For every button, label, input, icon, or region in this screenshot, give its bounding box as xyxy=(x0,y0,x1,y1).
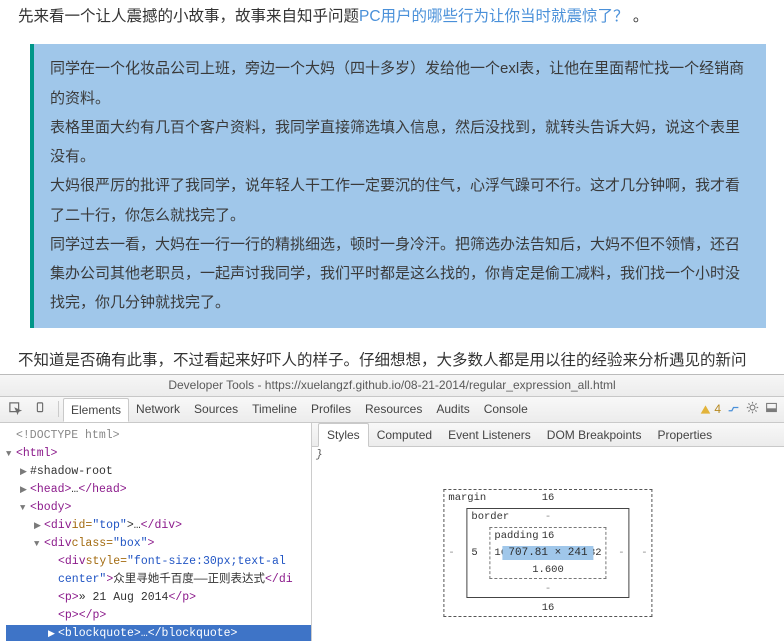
tab-network[interactable]: Network xyxy=(129,398,187,420)
border-label: border xyxy=(471,511,509,523)
border-top[interactable]: - xyxy=(545,511,551,523)
intro-text-pre: 先来看一个让人震撼的小故事，故事来自知乎问题 xyxy=(18,8,359,25)
dom-body[interactable]: ▼<body> xyxy=(6,499,311,517)
dom-p-date[interactable]: <p> » 21 Aug 2014 </p> xyxy=(6,589,311,607)
dom-doctype[interactable]: <!DOCTYPE html> xyxy=(6,427,311,445)
margin-top[interactable]: 16 xyxy=(542,492,555,504)
dom-div-style-tail[interactable]: center">众里寻她千百度——正则表达式</di xyxy=(6,571,311,589)
tab-profiles[interactable]: Profiles xyxy=(304,398,358,420)
margin-label: margin xyxy=(448,492,486,504)
dom-html[interactable]: ▼<html> xyxy=(6,445,311,463)
zhihu-link[interactable]: PC用户的哪些行为让你当时就震惊了？ xyxy=(359,8,629,25)
margin-left[interactable]: - xyxy=(448,547,454,559)
dom-shadow-root[interactable]: ▶#shadow-root xyxy=(6,463,311,481)
dom-div-style[interactable]: <div style="font-size:30px;text-al xyxy=(6,553,311,571)
devtools-window: Developer Tools - https://xuelangzf.gith… xyxy=(0,374,784,641)
side-tab-styles[interactable]: Styles xyxy=(318,423,369,447)
quote-p3: 大妈很严厉的批评了我同学，说年轻人干工作一定要沉的住气，心浮气躁可不行。这才几分… xyxy=(50,171,752,230)
margin-right[interactable]: - xyxy=(641,547,647,559)
warning-badge[interactable]: 4 xyxy=(700,402,721,416)
tab-audits[interactable]: Audits xyxy=(429,398,476,420)
tab-elements[interactable]: Elements xyxy=(63,398,129,422)
content-size[interactable]: 707.81 × 241 xyxy=(502,546,593,560)
box-model-diagram[interactable]: margin 16 16 - - border - - 5 - paddin xyxy=(443,489,652,617)
padding-top[interactable]: 16 xyxy=(542,530,555,542)
tab-sources[interactable]: Sources xyxy=(187,398,245,420)
intro-text-post: 。 xyxy=(629,8,649,25)
outro-paragraph: 不知道是否确有此事，不过看起来好吓人的样子。仔细想想，大多数人都是用以往的经验来… xyxy=(18,342,766,374)
quote-p4: 同学过去一看，大妈在一行一行的精挑细选，顿时一身冷汗。把筛选办法告知后，大妈不但… xyxy=(50,230,752,318)
separator xyxy=(58,401,59,417)
devtools-titlebar: Developer Tools - https://xuelangzf.gith… xyxy=(0,375,784,397)
device-icon[interactable] xyxy=(30,399,50,419)
dom-p-empty1[interactable]: <p></p> xyxy=(6,607,311,625)
tab-console[interactable]: Console xyxy=(477,398,535,420)
side-tab-eventlisteners[interactable]: Event Listeners xyxy=(440,424,539,446)
side-tab-computed[interactable]: Computed xyxy=(369,424,440,446)
quote-p2: 表格里面大约有几百个客户资料，我同学直接筛选填入信息，然后没找到，就转头告诉大妈… xyxy=(50,113,752,172)
dom-head[interactable]: ▶<head>…</head> xyxy=(6,481,311,499)
side-tab-dombreakpoints[interactable]: DOM Breakpoints xyxy=(539,424,650,446)
styles-pane: Styles Computed Event Listeners DOM Brea… xyxy=(312,423,784,641)
story-blockquote: 同学在一个化妆品公司上班，旁边一个大妈（四十多岁）发给他一个exl表，让他在里面… xyxy=(30,44,766,327)
devtools-toolbar: Elements Network Sources Timeline Profil… xyxy=(0,397,784,423)
side-tab-properties[interactable]: Properties xyxy=(649,424,720,446)
drawer-icon[interactable] xyxy=(727,401,740,417)
closing-brace: } xyxy=(316,449,323,461)
inspect-icon[interactable] xyxy=(6,399,26,419)
border-left[interactable]: 5 xyxy=(471,547,477,559)
dom-tree[interactable]: <!DOCTYPE html> ▼<html> ▶#shadow-root ▶<… xyxy=(0,423,312,641)
padding-bottom[interactable]: 1.600 xyxy=(532,564,564,576)
tab-timeline[interactable]: Timeline xyxy=(245,398,304,420)
dom-blockquote-selected[interactable]: ▶<blockquote>…</blockquote> xyxy=(6,625,311,641)
border-bottom[interactable]: - xyxy=(545,583,551,595)
intro-paragraph: 先来看一个让人震撼的小故事，故事来自知乎问题PC用户的哪些行为让你当时就震惊了？… xyxy=(18,0,766,44)
quote-p1: 同学在一个化妆品公司上班，旁边一个大妈（四十多岁）发给他一个exl表，让他在里面… xyxy=(50,54,752,113)
dock-icon[interactable] xyxy=(765,401,778,417)
margin-bottom[interactable]: 16 xyxy=(542,602,555,614)
tab-resources[interactable]: Resources xyxy=(358,398,429,420)
padding-label: padding xyxy=(494,530,538,542)
border-right[interactable]: - xyxy=(618,547,624,559)
settings-icon[interactable] xyxy=(746,401,759,417)
dom-div-top[interactable]: ▶<div id="top">…</div> xyxy=(6,517,311,535)
dom-div-box[interactable]: ▼<div class="box"> xyxy=(6,535,311,553)
